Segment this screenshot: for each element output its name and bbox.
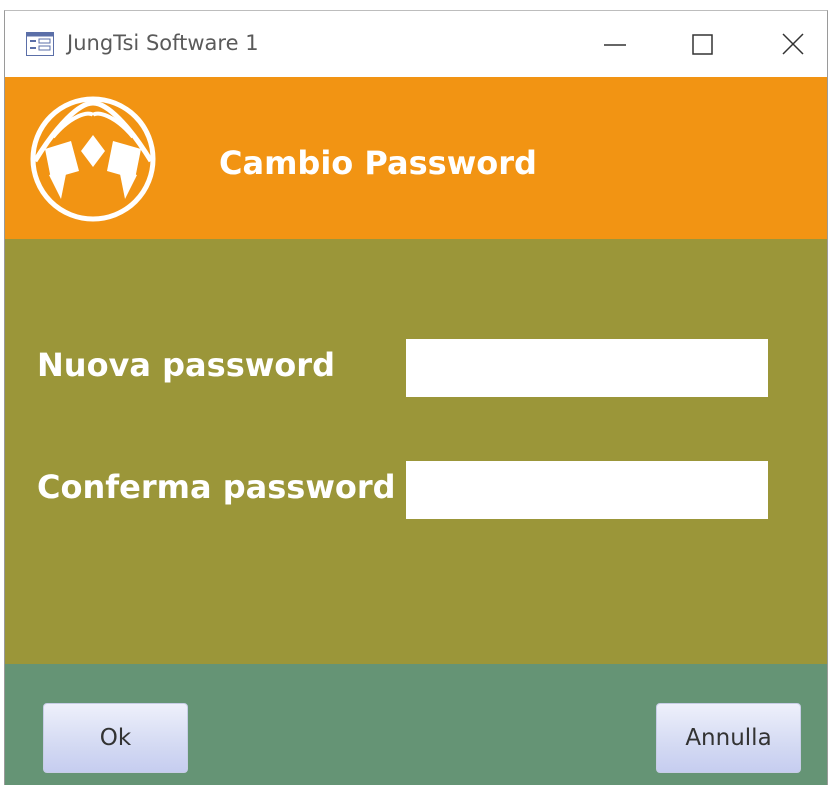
maximize-icon[interactable] [683, 25, 723, 65]
jungtsi-logo [27, 95, 159, 223]
confirm-password-label: Conferma password [37, 468, 396, 506]
dialog-footer: Ok Annulla [5, 664, 827, 785]
new-password-label: Nuova password [37, 346, 335, 384]
dialog-title: Cambio Password [219, 144, 537, 182]
confirm-password-input[interactable] [406, 461, 768, 519]
dialog-window: JungTsi Software 1 Cambio Password Nuova… [4, 10, 828, 785]
dialog-header: Cambio Password [5, 77, 827, 239]
minimize-icon[interactable] [595, 25, 635, 65]
form-icon [26, 32, 54, 56]
cancel-button[interactable]: Annulla [656, 703, 801, 773]
ok-button[interactable]: Ok [43, 703, 188, 773]
window-title: JungTsi Software 1 [67, 31, 259, 55]
title-bar[interactable]: JungTsi Software 1 [5, 11, 827, 77]
password-form: Nuova password Conferma password [5, 239, 827, 664]
new-password-input[interactable] [406, 339, 768, 397]
close-icon[interactable] [773, 25, 813, 65]
